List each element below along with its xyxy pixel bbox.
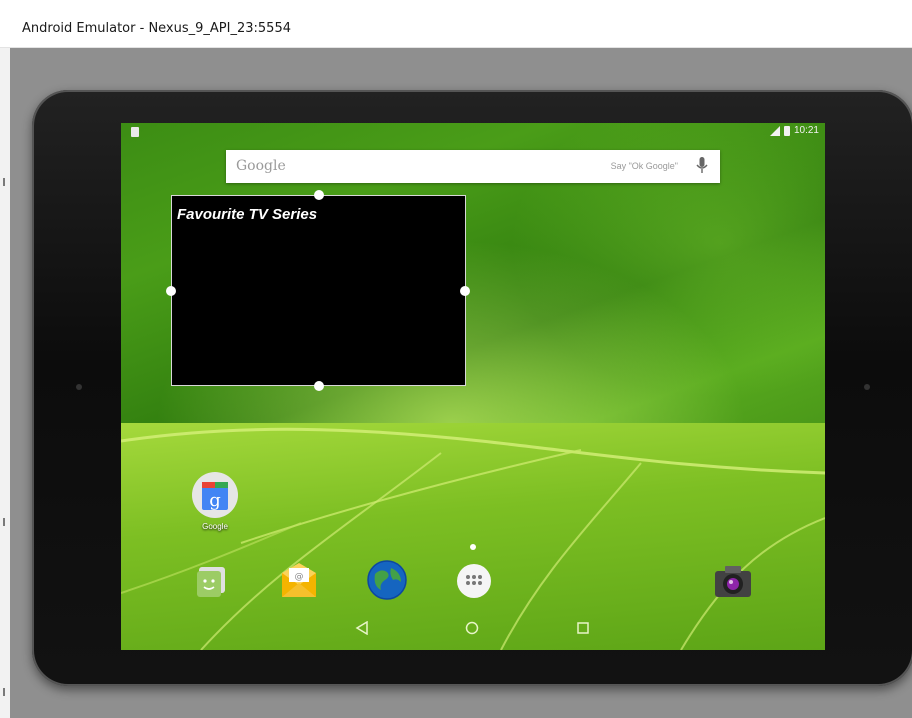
app-drawer-icon[interactable] (456, 563, 492, 599)
signal-icon (769, 125, 780, 136)
google-app-icon: g (192, 472, 238, 518)
edge-mark (3, 688, 5, 696)
google-search-bar[interactable]: Google Say "Ok Google" (226, 150, 720, 183)
device-camera (864, 384, 870, 390)
edge-mark (3, 178, 5, 186)
google-logo: Google (236, 158, 286, 174)
status-time: 10:21 (793, 125, 819, 136)
microphone-icon[interactable] (696, 157, 708, 175)
svg-text:@: @ (295, 572, 304, 582)
tv-series-widget[interactable]: Favourite TV Series (171, 195, 466, 386)
camera-icon[interactable] (713, 563, 753, 599)
recents-icon[interactable] (576, 621, 590, 635)
window-title-bar[interactable]: Android Emulator - Nexus_9_API_23:5554 (0, 0, 912, 48)
resize-handle-top[interactable] (314, 190, 324, 200)
device-screen[interactable]: 10:21 Google Say "Ok Google" Favourite T… (121, 123, 825, 650)
status-bar: 10:21 (121, 123, 825, 141)
messenger-icon[interactable] (193, 563, 229, 599)
resize-handle-left[interactable] (166, 286, 176, 296)
svg-text:g: g (209, 490, 221, 511)
page-indicator (470, 544, 476, 550)
back-icon[interactable] (355, 621, 369, 635)
google-app-label: Google (202, 522, 228, 531)
google-app-shortcut[interactable]: g Google (191, 471, 239, 531)
resize-handle-right[interactable] (460, 286, 470, 296)
home-icon[interactable] (465, 621, 479, 635)
battery-icon (783, 125, 790, 136)
browser-icon[interactable] (367, 560, 407, 600)
edge-mark (3, 518, 5, 526)
notification-icon (131, 127, 139, 137)
resize-handle-bottom[interactable] (314, 381, 324, 391)
email-icon[interactable]: @ (280, 563, 318, 599)
window-title: Android Emulator - Nexus_9_API_23:5554 (22, 21, 291, 36)
widget-title: Favourite TV Series (177, 206, 318, 223)
voice-search-hint: Say "Ok Google" (610, 161, 678, 171)
left-window-edge (0, 48, 10, 718)
device-sensor (76, 384, 82, 390)
